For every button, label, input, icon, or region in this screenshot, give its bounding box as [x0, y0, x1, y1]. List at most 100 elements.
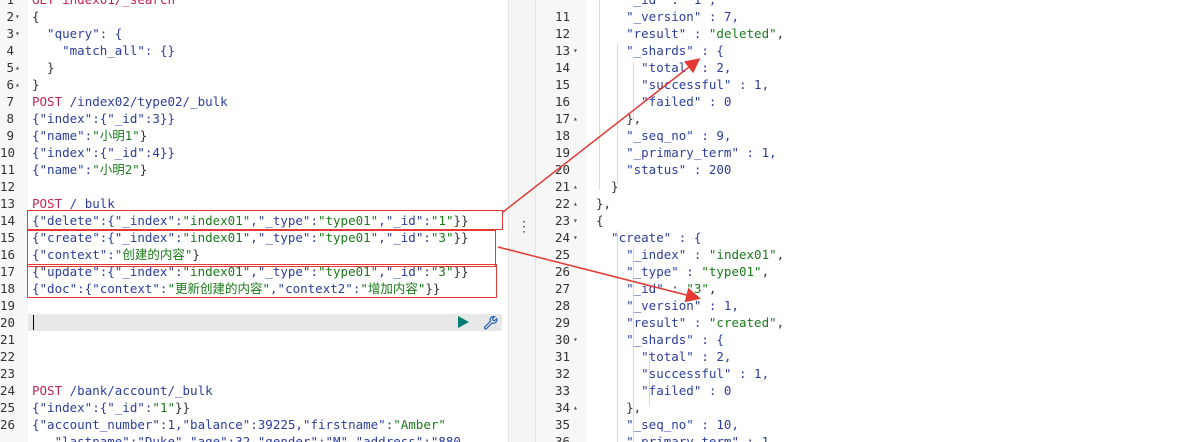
- code-token: "_seq_no" : 9,: [596, 128, 732, 143]
- line-number: 3: [6, 26, 14, 41]
- code-token: POST: [32, 94, 70, 109]
- line-number: 20: [0, 315, 16, 330]
- line-number: 33: [554, 383, 570, 398]
- code-text: {"name":"小明2"}: [32, 161, 147, 178]
- fold-toggle-icon[interactable]: ▴: [573, 399, 578, 416]
- fold-toggle-icon[interactable]: ▾: [573, 42, 578, 59]
- line-number: 1: [0, 0, 14, 8]
- code-token: "query": {: [32, 26, 123, 41]
- code-text: "failed" : 0: [596, 382, 731, 399]
- fold-toggle-icon[interactable]: ▾: [15, 8, 20, 25]
- code-token: "_primary_term" : 1,: [596, 145, 777, 160]
- fold-toggle-icon[interactable]: ▾: [573, 212, 578, 229]
- code-text: }: [32, 59, 55, 76]
- code-token: /index02/type02/_bulk: [69, 94, 228, 109]
- text-cursor: [33, 315, 34, 330]
- line-number: 13: [554, 43, 570, 58]
- code-token: {"index":{"_id":3}}: [32, 111, 175, 126]
- code-token: POST: [32, 383, 70, 398]
- code-text: GET index01/_search: [32, 0, 175, 8]
- line-number: 21: [0, 332, 16, 347]
- line-number: 9: [6, 128, 14, 143]
- line-number: 8: [6, 111, 14, 126]
- fold-toggle-icon[interactable]: ▴: [573, 178, 578, 195]
- code-text: "failed" : 0: [596, 93, 731, 110]
- fold-toggle-icon[interactable]: ▾: [573, 331, 578, 348]
- code-text: {"account_number":1,"balance":39225,"fir…: [32, 416, 446, 433]
- run-request-button[interactable]: [458, 316, 469, 328]
- fold-toggle-icon[interactable]: ▴: [573, 110, 578, 127]
- line-number: 22: [0, 349, 16, 364]
- pane-divider[interactable]: ⋮: [508, 0, 536, 442]
- code-token: ,: [708, 281, 717, 296]
- line-number: 31: [554, 349, 570, 364]
- code-token: "_index" :: [596, 247, 709, 262]
- code-text: "_seq_no" : 9,: [596, 127, 731, 144]
- line-number: 15: [0, 230, 16, 245]
- code-token: "failed" : 0: [596, 383, 732, 398]
- line-number: 18: [0, 281, 16, 296]
- line-number: 19: [554, 145, 570, 160]
- wrench-icon[interactable]: [482, 314, 500, 332]
- code-token: }}: [175, 400, 191, 415]
- code-text: "_version" : 7,: [596, 8, 739, 25]
- code-text: {: [596, 212, 604, 229]
- code-token: }: [32, 77, 40, 92]
- line-number: 10: [0, 145, 16, 160]
- code-text: {"index":{"_id":"1"}}: [32, 399, 190, 416]
- line-number: 23: [0, 366, 16, 381]
- active-line-highlight: [28, 314, 502, 331]
- code-token: "successful" : 1,: [596, 366, 770, 381]
- code-token: "total" : 2,: [596, 60, 732, 75]
- code-text: "_primary_term" : 1,: [596, 144, 777, 161]
- code-token: ,: [776, 247, 785, 262]
- code-token: {"index":{"_id":: [32, 400, 153, 415]
- line-number: 25: [0, 400, 16, 415]
- fold-toggle-icon[interactable]: ▴: [573, 195, 578, 212]
- code-token: ,: [776, 315, 785, 330]
- line-number: 17: [554, 111, 570, 126]
- code-token: "1": [152, 400, 175, 415]
- code-token: }: [139, 162, 148, 177]
- code-token: "deleted": [708, 26, 777, 41]
- line-number: 6: [6, 77, 14, 92]
- line-number: 17: [0, 264, 16, 279]
- code-token: "_primary_term" : 1,: [596, 434, 777, 442]
- fold-toggle-icon[interactable]: ▴: [15, 59, 20, 76]
- line-number: 11: [0, 162, 16, 177]
- code-text: },: [596, 110, 641, 127]
- code-token: "小明2": [92, 162, 140, 177]
- code-token: {: [596, 213, 604, 228]
- code-token: },: [596, 400, 642, 415]
- line-number: 5: [6, 60, 14, 75]
- line-number: 24: [554, 230, 570, 245]
- fold-toggle-icon[interactable]: ▾: [573, 229, 578, 246]
- request-editor[interactable]: 1 GET index01/_search 2▾ {3▾ "query": {4 "m…: [0, 0, 508, 442]
- code-token: "_id" :: [596, 281, 687, 296]
- line-number: 29: [554, 315, 570, 330]
- code-token: POST: [32, 196, 70, 211]
- code-token: GET index01/_search: [32, 0, 175, 7]
- line-number: 19: [0, 298, 16, 313]
- code-text: ,"lastname":"Duke","age":32,"gender":"M"…: [32, 433, 461, 442]
- vertical-dots-icon[interactable]: ⋮: [517, 220, 531, 234]
- code-token: "_version" : 7,: [596, 9, 739, 24]
- code-token: },: [596, 196, 612, 211]
- code-token: "total" : 2,: [596, 349, 732, 364]
- line-number: 14: [0, 213, 16, 228]
- line-number: 23: [554, 213, 570, 228]
- line-number: 35: [554, 417, 570, 432]
- line-number: 16: [0, 247, 16, 262]
- line-number: 36: [554, 434, 570, 442]
- line-number: 34: [554, 400, 570, 415]
- code-token: "type01": [701, 264, 762, 279]
- code-text: }: [32, 76, 40, 93]
- code-token: ,"lastname":"Duke","age":32,"gender":"M"…: [32, 434, 461, 442]
- code-token: "result" :: [596, 26, 709, 41]
- code-token: "match_all": {}: [32, 43, 175, 58]
- code-token: }: [32, 60, 55, 75]
- highlight-update-action: [27, 264, 497, 298]
- code-token: "_type" :: [596, 264, 702, 279]
- fold-toggle-icon[interactable]: ▴: [15, 76, 20, 93]
- fold-toggle-icon[interactable]: ▾: [15, 25, 20, 42]
